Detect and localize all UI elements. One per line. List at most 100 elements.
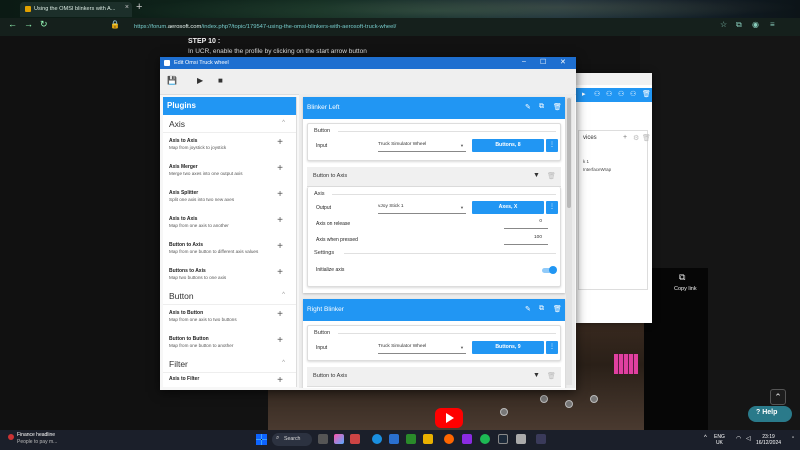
filter-icon[interactable]: ▼ [533, 372, 540, 379]
add-plugin-button[interactable]: + [277, 267, 283, 278]
clock[interactable]: 23:19 16/12/2024 [756, 434, 781, 446]
plugin-item[interactable]: Axis to Axis Map from one axis to anothe… [163, 213, 293, 237]
input-device-select[interactable]: Truck Simulator Wheel ▼ [378, 342, 466, 354]
store-icon[interactable] [389, 434, 399, 444]
axis-on-release-input[interactable]: 0 [504, 219, 548, 229]
add-plugin-button[interactable]: + [277, 215, 283, 226]
add-plugin-button[interactable]: + [277, 241, 283, 252]
plugin-item[interactable]: Axis to Filter + [163, 373, 293, 387]
axis-when-pressed-input[interactable]: 100 [504, 235, 548, 245]
plugin-item[interactable]: Axis to Button Map from one axis to two … [163, 307, 293, 331]
play-icon[interactable]: ▶ [197, 76, 203, 85]
add-user-icon[interactable]: ⚇ [594, 90, 600, 98]
copy-icon[interactable]: ⧉ [679, 272, 685, 283]
copilot-icon[interactable] [334, 434, 344, 444]
extensions-icon[interactable]: ⧉ [736, 20, 742, 30]
add-plugin-button[interactable]: + [277, 309, 283, 320]
app-icon[interactable] [462, 434, 472, 444]
play-icon[interactable]: ▸ [582, 90, 586, 98]
lock-icon[interactable]: 🔒 [110, 20, 120, 29]
add-plugin-button[interactable]: + [277, 335, 283, 346]
xbox-icon[interactable] [406, 434, 416, 444]
taskbar-search[interactable]: ⌕ Search [272, 433, 312, 446]
chevron-up-icon[interactable]: ^ [282, 292, 285, 298]
add-plugin-button[interactable]: + [277, 375, 283, 386]
save-icon[interactable]: 💾 [167, 76, 177, 85]
language-indicator[interactable]: ENG UK [714, 434, 725, 446]
delete-icon[interactable]: 🗑 [553, 103, 562, 111]
section-button[interactable]: Button ^ [163, 289, 296, 305]
stop-icon[interactable]: ■ [218, 76, 223, 85]
edit-icon[interactable]: ✎ [525, 305, 531, 313]
toggle-knob[interactable] [549, 266, 557, 274]
app-icon[interactable] [516, 434, 526, 444]
plugin-item[interactable]: Axis to Axis Map from joystick to joysti… [163, 135, 293, 159]
browser-tab[interactable]: Using the OMSI blinkers with A... × [20, 2, 132, 17]
plugin-item[interactable]: Button to Axis Map from one button to di… [163, 239, 293, 263]
background-app-window[interactable]: ▸ ⚇ ⚇ ⚇ ⚇ 🗑 vices + ⚙ 🗑 k 1 InterfaceWra… [574, 73, 652, 323]
input-device-select[interactable]: Truck Simulator Wheel ▼ [378, 140, 466, 152]
news-widget[interactable]: Finance headline People to pay m... [8, 432, 57, 445]
notification-icon[interactable]: ▫ [792, 435, 794, 441]
youtube-play-icon[interactable] [435, 408, 463, 428]
add-plugin-button[interactable]: + [277, 189, 283, 200]
delete-icon[interactable]: 🗑 [642, 134, 651, 142]
task-view-icon[interactable] [318, 434, 328, 444]
section-filter[interactable]: Filter ^ [163, 357, 296, 373]
plugin-item[interactable]: Button to Button Map from one button to … [163, 333, 293, 357]
output-axis-select[interactable]: Axes, X [472, 201, 544, 214]
tab-close-icon[interactable]: × [125, 4, 129, 11]
delete-icon[interactable]: 🗑 [547, 172, 556, 180]
add-plugin-button[interactable]: + [277, 137, 283, 148]
output-device-select[interactable]: vJoy Stick 1 ▼ [378, 202, 466, 214]
url-field[interactable]: https://forum.aerosoft.com/index.php?/to… [124, 21, 684, 34]
help-button[interactable]: ? Help [748, 406, 792, 422]
forward-button[interactable]: → [24, 19, 33, 29]
chevron-up-icon[interactable]: ^ [704, 435, 707, 441]
menu-icon[interactable]: ≡ [770, 20, 775, 29]
wifi-icon[interactable]: ◠ [736, 435, 741, 442]
plugin-item[interactable]: Axis Merger Merge two axes into one outp… [163, 161, 293, 185]
filter-icon[interactable]: ▼ [533, 172, 540, 179]
spotify-icon[interactable] [480, 434, 490, 444]
volume-icon[interactable]: ◁ [746, 435, 751, 442]
plugin-item[interactable]: Buttons to Axis Map two buttons to one a… [163, 265, 293, 289]
scroll-to-top-button[interactable]: ⌃ [770, 389, 786, 405]
gear-icon[interactable]: ⚙ [633, 134, 639, 142]
chevron-up-icon[interactable]: ^ [282, 360, 285, 366]
edge-icon[interactable] [372, 434, 382, 444]
edit-user-icon[interactable]: ⚇ [630, 90, 636, 98]
firefox-icon[interactable] [444, 434, 454, 444]
delete-icon[interactable]: 🗑 [547, 372, 556, 380]
back-button[interactable]: ← [8, 19, 17, 29]
copy-icon[interactable]: ⧉ [539, 305, 544, 313]
more-options-icon[interactable]: ⋮ [546, 139, 558, 152]
section-axis[interactable]: Axis ^ [163, 117, 296, 133]
new-tab-button[interactable]: + [136, 1, 142, 13]
user-icon[interactable]: ⚇ [606, 90, 612, 98]
delete-icon[interactable]: 🗑 [642, 90, 651, 98]
plugin-item[interactable]: Axis Splitter Split one axis into two ne… [163, 187, 293, 211]
copy-icon[interactable]: ⧉ [539, 103, 544, 111]
reload-button[interactable]: ↻ [40, 19, 48, 30]
profile-icon[interactable]: ◉ [752, 20, 759, 29]
chevron-up-icon[interactable]: ^ [282, 120, 285, 126]
more-options-icon[interactable]: ⋮ [546, 341, 558, 354]
explorer-icon[interactable] [423, 434, 433, 444]
edit-icon[interactable]: ✎ [525, 103, 531, 111]
steam-icon[interactable] [498, 434, 508, 444]
delete-icon[interactable]: 🗑 [553, 305, 562, 313]
editor-scroll-thumb[interactable] [567, 98, 571, 208]
group-icon[interactable]: ⚇ [618, 90, 624, 98]
copy-link-label[interactable]: Copy link [674, 286, 697, 292]
app-icon[interactable] [350, 434, 360, 444]
app-icon[interactable] [536, 434, 546, 444]
close-button[interactable]: ✕ [560, 58, 566, 66]
maximize-button[interactable]: ☐ [540, 58, 546, 66]
input-button-select[interactable]: Buttons, 8 [472, 139, 544, 152]
add-plugin-button[interactable]: + [277, 163, 283, 174]
bookmark-icon[interactable]: ☆ [720, 20, 727, 29]
input-button-select[interactable]: Buttons, 9 [472, 341, 544, 354]
minimize-button[interactable]: – [522, 58, 526, 65]
start-icon[interactable] [256, 434, 267, 445]
